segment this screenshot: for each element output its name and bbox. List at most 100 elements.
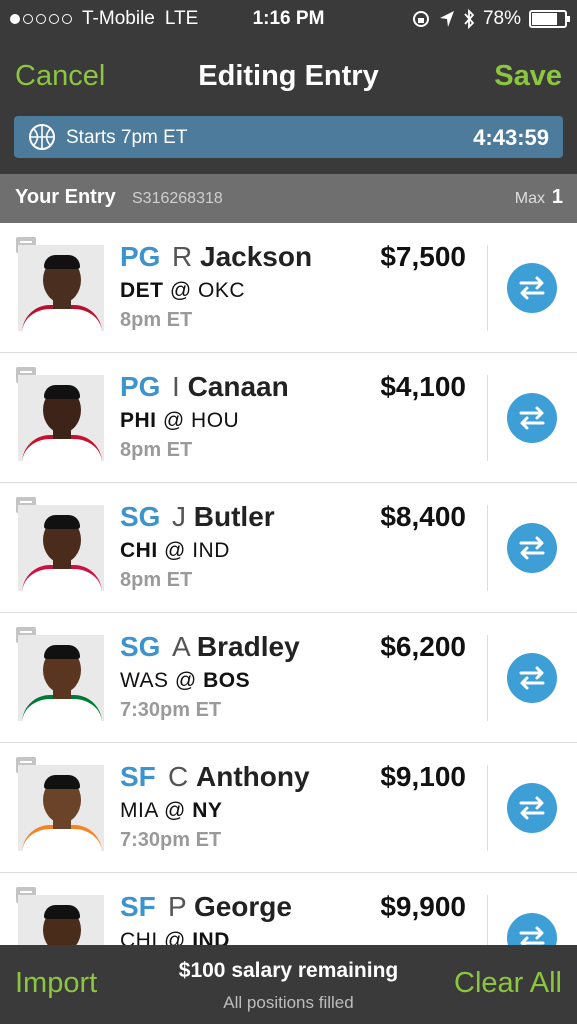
battery-icon (529, 10, 570, 28)
matchup: DET @ OKC (120, 279, 245, 303)
player-initial: A (172, 631, 190, 662)
matchup: MIA @ NY (120, 799, 222, 823)
player-salary: $8,400 (380, 501, 466, 532)
max-label: Max (514, 190, 545, 207)
away-team: DET (120, 279, 164, 302)
game-time: 7:30pm ET (120, 829, 222, 851)
page-title: Editing Entry (198, 60, 379, 92)
rotation-lock-icon (412, 11, 429, 27)
player-last-name: Canaan (187, 371, 289, 402)
player-initial: R (172, 241, 193, 272)
start-timer-bar: Starts 7pm ET 4:43:59 (14, 116, 563, 158)
away-team: MIA (120, 799, 158, 822)
position-label: PG (120, 371, 161, 402)
at-sign: @ (164, 799, 186, 822)
footer-bar: Import $100 salary remaining All positio… (0, 945, 577, 1024)
swap-button[interactable] (507, 653, 557, 703)
player-salary: $4,100 (380, 371, 466, 402)
game-time: 8pm ET (120, 439, 193, 461)
start-label: Starts 7pm ET (66, 127, 188, 148)
matchup: PHI @ HOU (120, 409, 239, 433)
away-team: CHI (120, 539, 158, 562)
player-name: C Anthony (168, 761, 310, 793)
player-last-name: Jackson (200, 241, 313, 272)
position-label: PG (120, 241, 161, 272)
swap-icon (519, 536, 545, 560)
player-photo (18, 765, 104, 851)
at-sign: @ (169, 279, 192, 302)
player-salary: $7,500 (380, 241, 466, 272)
row-divider (487, 765, 488, 851)
status-bar: T-Mobile LTE 1:16 PM 78% (0, 0, 577, 38)
matchup: CHI @ IND (120, 539, 230, 563)
swap-button[interactable] (507, 523, 557, 573)
player-last-name: Anthony (196, 761, 310, 792)
home-team: IND (192, 539, 230, 562)
row-divider (487, 245, 488, 331)
player-row[interactable]: PG R Jackson $7,500 DET @ OKC 8pm ET (0, 223, 577, 353)
player-photo (18, 505, 104, 591)
swap-icon (519, 796, 545, 820)
game-time: 8pm ET (120, 309, 193, 331)
player-salary: $9,100 (380, 761, 466, 792)
position-label: SF (120, 891, 156, 922)
nav-bar: Cancel Editing Entry Save (0, 56, 577, 100)
matchup: WAS @ BOS (120, 669, 250, 693)
game-time: 7:30pm ET (120, 699, 222, 721)
swap-icon (519, 666, 545, 690)
save-button[interactable]: Save (494, 60, 562, 93)
player-last-name: Bradley (196, 631, 300, 662)
player-row[interactable]: SG J Butler $8,400 CHI @ IND 8pm ET (0, 483, 577, 613)
max-value: 1 (551, 186, 563, 208)
player-last-name: George (193, 891, 292, 922)
at-sign: @ (164, 539, 186, 562)
row-divider (487, 635, 488, 721)
home-team: NY (192, 799, 223, 822)
player-initial: J (172, 501, 186, 532)
player-salary: $9,900 (380, 891, 466, 922)
home-team: HOU (191, 409, 240, 432)
location-icon (439, 11, 454, 27)
player-name: R Jackson (172, 241, 312, 273)
player-name: P George (168, 891, 292, 923)
row-divider (487, 375, 488, 461)
entry-label: Your Entry (15, 186, 116, 208)
position-label: SF (120, 761, 156, 792)
player-salary: $6,200 (380, 631, 466, 662)
player-initial: C (168, 761, 189, 792)
bluetooth-icon (464, 9, 475, 29)
player-photo (18, 245, 104, 331)
battery-percent: 78% (482, 8, 521, 29)
top-bar: T-Mobile LTE 1:16 PM 78% Cancel Editing … (0, 0, 577, 174)
game-time: 8pm ET (120, 569, 193, 591)
player-photo (18, 375, 104, 461)
status-right: 78% (411, 8, 570, 30)
swap-button[interactable] (507, 263, 557, 313)
home-team: BOS (203, 669, 251, 692)
player-photo (18, 635, 104, 721)
at-sign: @ (174, 669, 197, 692)
swap-icon (519, 406, 545, 430)
clear-all-button[interactable]: Clear All (454, 967, 562, 1000)
player-name: A Bradley (172, 631, 300, 663)
player-initial: I (172, 371, 180, 402)
swap-button[interactable] (507, 393, 557, 443)
player-row[interactable]: SG A Bradley $6,200 WAS @ BOS 7:30pm ET (0, 613, 577, 743)
swap-button[interactable] (507, 783, 557, 833)
countdown: 4:43:59 (473, 125, 549, 150)
player-row[interactable]: PG I Canaan $4,100 PHI @ HOU 8pm ET (0, 353, 577, 483)
away-team: PHI (120, 409, 157, 432)
away-team: WAS (120, 669, 169, 692)
player-last-name: Butler (193, 501, 275, 532)
player-initial: P (168, 891, 187, 922)
player-name: I Canaan (172, 371, 289, 403)
player-name: J Butler (172, 501, 275, 533)
entry-header: Your Entry S316268318 Max 1 (0, 174, 577, 223)
position-label: SG (120, 501, 161, 532)
player-row[interactable]: SF C Anthony $9,100 MIA @ NY 7:30pm ET (0, 743, 577, 873)
home-team: OKC (198, 279, 246, 302)
row-divider (487, 505, 488, 591)
position-label: SG (120, 631, 161, 662)
basketball-icon (29, 124, 55, 150)
entry-id: S316268318 (132, 190, 223, 207)
